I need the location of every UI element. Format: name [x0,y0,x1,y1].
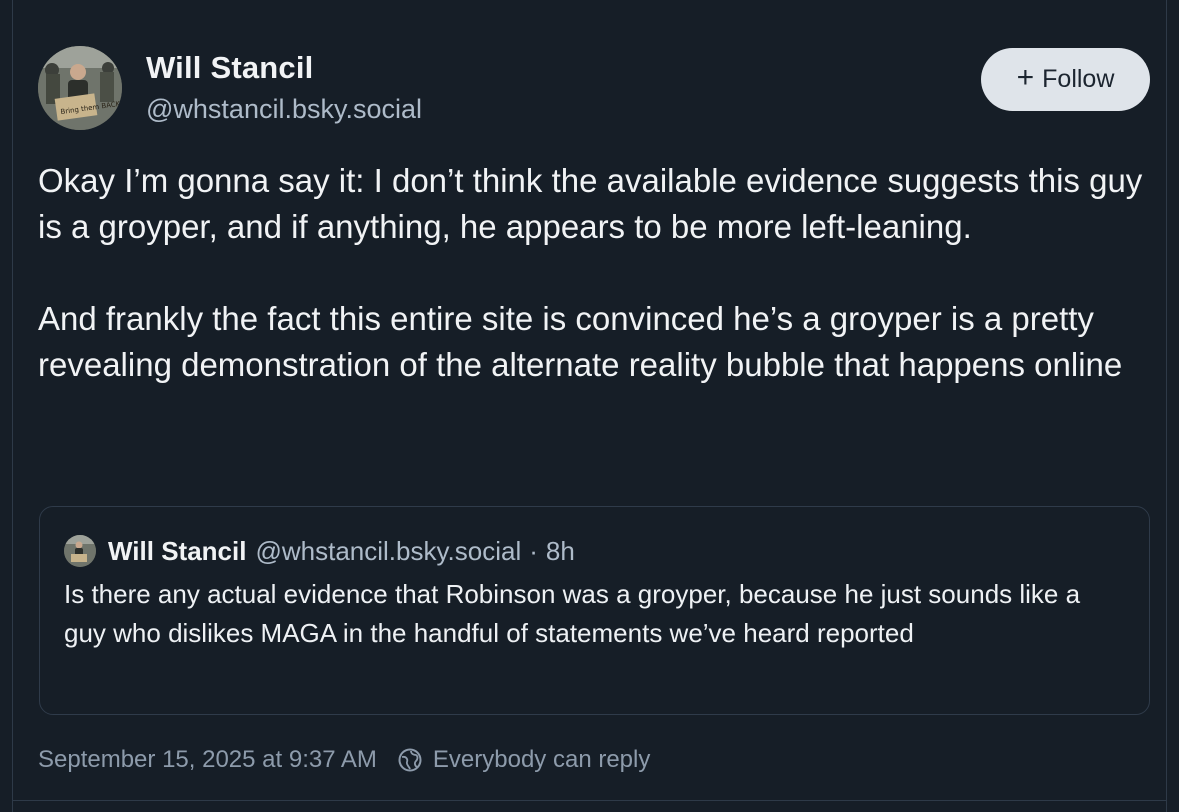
follow-button-label: Follow [1042,65,1115,93]
globe-icon [398,748,422,772]
protest-photo-avatar [64,535,96,567]
quoted-post-time[interactable]: 8h [546,536,575,567]
protest-photo-avatar: Bring them BACK! [38,46,122,130]
card-border-left [12,0,13,812]
post-text: Okay I’m gonna say it: I don’t think the… [38,158,1148,388]
quoted-author-avatar[interactable] [64,535,96,567]
reply-setting-label: Everybody can reply [432,746,651,773]
quoted-author-handle: @whstancil.bsky.social [255,535,522,566]
quoted-post-header: Will Stancil @whstancil.bsky.social · 8h [64,535,575,567]
reply-setting[interactable]: Everybody can reply [397,746,650,774]
author-handle[interactable]: @whstancil.bsky.social [146,94,422,125]
post-footer: September 15, 2025 at 9:37 AM Everybody … [38,746,650,774]
post-card: Bring them BACK! Will Stancil @whstancil… [0,0,1179,812]
post-paragraph: Okay I’m gonna say it: I don’t think the… [38,162,1143,245]
card-border-bottom [12,800,1167,801]
post-paragraph: And frankly the fact this entire site is… [38,300,1123,383]
plus-icon: + [1016,61,1035,94]
author-avatar[interactable]: Bring them BACK! [38,46,122,130]
header-separator: · [529,535,538,566]
follow-button[interactable]: + Follow [981,48,1150,111]
quoted-author-name[interactable]: Will Stancil [108,536,246,567]
card-border-right [1166,0,1167,812]
quoted-post[interactable]: Will Stancil @whstancil.bsky.social · 8h… [39,506,1150,715]
post-timestamp[interactable]: September 15, 2025 at 9:37 AM [38,746,377,774]
quoted-post-text: Is there any actual evidence that Robins… [64,579,1081,648]
author-name[interactable]: Will Stancil [146,50,313,86]
